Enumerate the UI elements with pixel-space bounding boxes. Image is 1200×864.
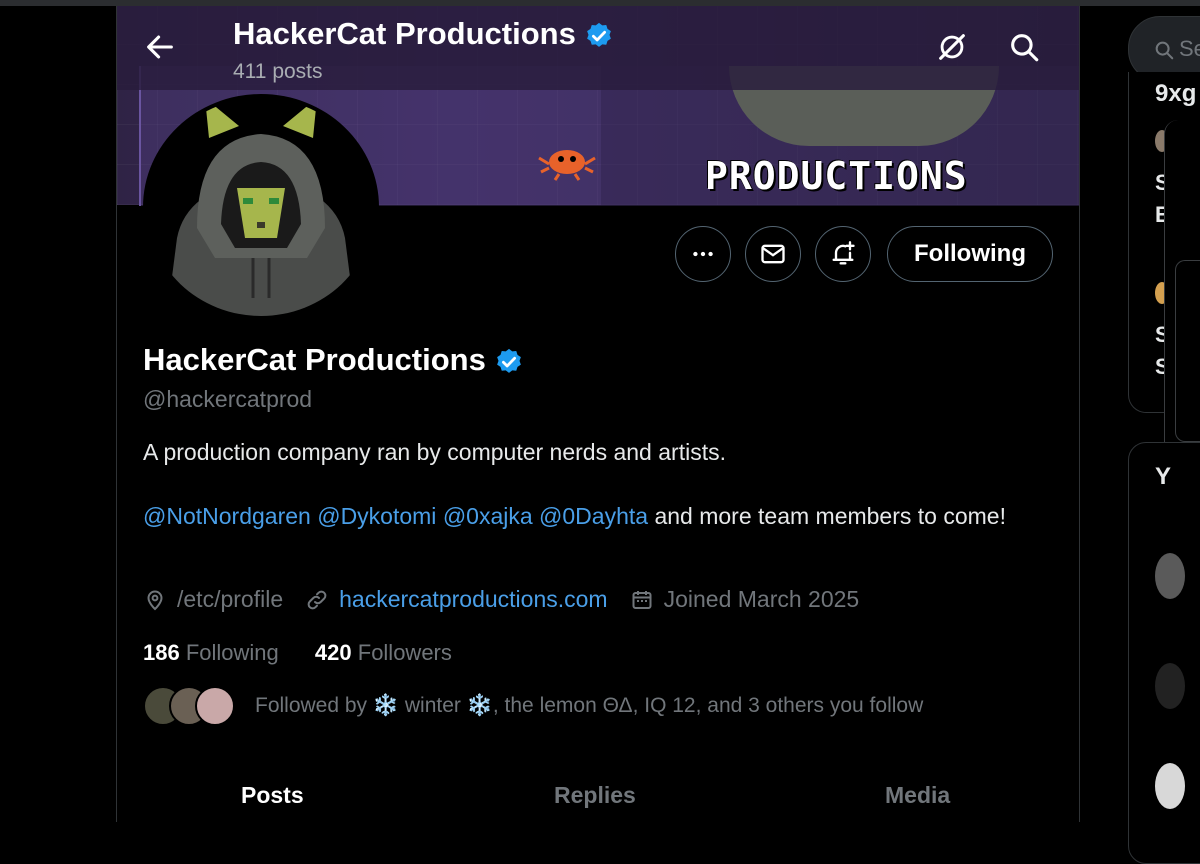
notifications-button[interactable] [815,226,871,282]
more-options-button[interactable] [675,226,731,282]
profile-meta: /etc/profile hackercatproductions.com Jo… [143,586,881,613]
profile-handle: @hackercatprod [143,386,313,412]
avatar [1155,663,1185,709]
search-icon [1155,41,1174,60]
joined-item: Joined March 2025 [630,586,860,613]
tab-posts[interactable]: Posts [241,782,304,809]
bio-line-2: @NotNordgaren @Dykotomi @0xajka @0Dayhta… [143,500,1023,532]
bio-line-2-rest: and more team members to come! [654,503,1006,529]
profile-header-bar: HackerCat Productions 411 posts [117,6,1079,90]
sidebar-card: Y [1128,442,1200,864]
banner-word: PRODUCTIONS [705,154,968,198]
profile-avatar[interactable] [143,94,379,320]
followers-count: 420 [314,640,352,665]
avatar [195,686,235,726]
hacker-cat-avatar-image [147,98,375,316]
back-arrow-icon[interactable] [143,30,177,64]
profile-bio: A production company ran by computer ner… [143,436,1023,532]
tab-replies[interactable]: Replies [554,782,636,809]
header-post-count: 411 posts [233,60,323,83]
verified-badge-icon [497,348,522,373]
search-icon[interactable] [1007,30,1041,64]
follower-avatars [143,686,235,726]
calendar-icon [632,590,652,609]
following-count-link[interactable]: 186 Following [143,640,279,665]
envelope-icon [761,244,785,264]
profile-column: PRODUCTIONS HackerCat Productions 411 po… [116,6,1080,822]
more-dots-icon [693,251,713,257]
followers-count-link[interactable]: 420 Followers [315,640,452,665]
sidebar-partial-heading: 9xg [1155,80,1197,107]
verified-badge-icon [587,22,612,47]
followed-by-row[interactable]: Followed by ❄️ winter ❄️, the lemon ΘΔ, … [143,686,923,726]
following-count-label: Following [185,640,279,665]
header-title: HackerCat Productions [233,16,614,52]
bell-plus-icon [832,241,855,265]
avatar [1155,763,1185,809]
grok-icon[interactable] [935,30,969,64]
website-link[interactable]: hackercatproductions.com [339,586,607,613]
tab-media[interactable]: Media [885,782,950,809]
header-title-text: HackerCat Productions [233,16,576,51]
following-count: 186 [143,640,180,665]
profile-tabs: Posts Replies Media [117,766,1079,822]
avatar [1155,553,1185,599]
crab-icon [538,150,596,181]
joined-text: Joined March 2025 [663,586,860,612]
profile-name: HackerCat Productions [143,342,524,378]
link-icon [307,590,327,609]
message-button[interactable] [745,226,801,282]
search-placeholder: Se [1179,36,1200,61]
right-sidebar: Se 9xg S E S S Y [1128,16,1200,864]
mention-link[interactable]: @0Dayhta [539,503,648,529]
mention-link[interactable]: @0xajka [443,503,533,529]
profile-name-text: HackerCat Productions [143,342,486,377]
followed-by-text: Followed by ❄️ winter ❄️, the lemon ΘΔ, … [255,694,924,717]
mention-link[interactable]: @Dykotomi [317,503,436,529]
followers-count-label: Followers [357,640,452,665]
following-button[interactable]: Following [887,226,1053,282]
location-pin-icon [147,590,163,610]
website-item: hackercatproductions.com [305,586,608,613]
follow-counts: 186 Following 420 Followers [143,640,482,666]
location-item: /etc/profile [143,586,283,613]
bio-line-1: A production company ran by computer ner… [143,439,726,465]
mention-link[interactable]: @NotNordgaren [143,503,311,529]
sidebar-partial-text: Y [1155,463,1172,490]
sidebar-overlay-inner [1175,260,1200,442]
location-text: /etc/profile [177,586,284,612]
